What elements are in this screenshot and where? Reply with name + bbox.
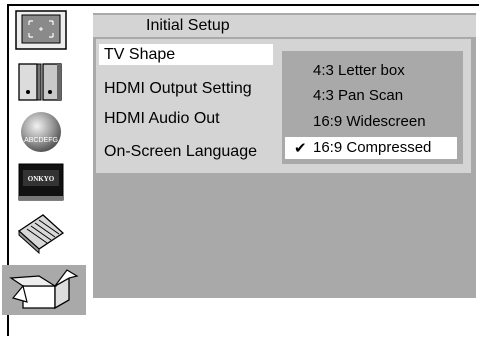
option-pan-scan[interactable]: 4:3 Pan Scan	[313, 87, 403, 104]
option-compressed[interactable]: 16:9 Compressed	[285, 137, 457, 159]
menu-item-on-screen-language[interactable]: On-Screen Language	[104, 143, 257, 161]
settings-panel-icon[interactable]	[8, 210, 74, 255]
svg-text:ABCDEFG: ABCDEFG	[24, 137, 58, 144]
speakers-icon[interactable]	[8, 60, 74, 104]
checkmark-icon: ✔	[294, 140, 307, 157]
menu-item-hdmi-audio-out[interactable]: HDMI Audio Out	[104, 110, 220, 128]
onkyo-player-icon[interactable]: ONKYO	[8, 160, 74, 204]
page-title: Initial Setup	[146, 17, 230, 34]
globe-language-icon[interactable]: ABCDEFG	[8, 110, 74, 154]
open-box-icon[interactable]	[2, 265, 86, 315]
menu-item-tv-shape[interactable]: TV Shape	[99, 44, 273, 65]
svg-text:ONKYO: ONKYO	[28, 175, 55, 183]
menu-item-hdmi-output-setting[interactable]: HDMI Output Setting	[104, 80, 252, 98]
option-letter-box[interactable]: 4:3 Letter box	[313, 62, 405, 79]
tv-screen-icon[interactable]	[8, 8, 74, 52]
option-widescreen[interactable]: 16:9 Widescreen	[313, 113, 426, 130]
